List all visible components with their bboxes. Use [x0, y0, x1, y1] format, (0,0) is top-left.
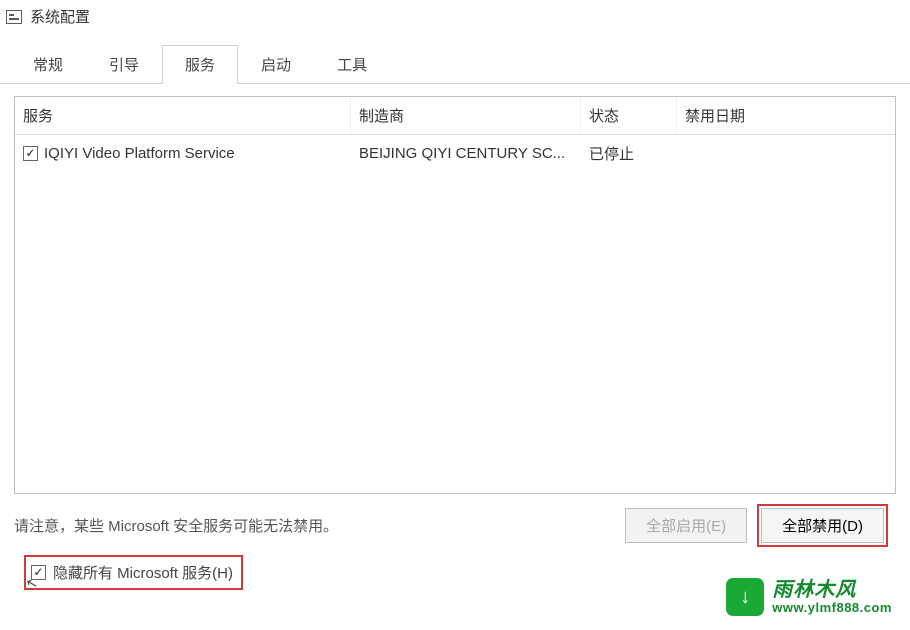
msconfig-icon [6, 10, 22, 24]
col-service[interactable]: 服务 [15, 97, 351, 134]
tab-tools[interactable]: 工具 [314, 45, 390, 84]
col-disabled-date[interactable]: 禁用日期 [677, 97, 895, 134]
hide-ms-checkbox-row[interactable]: 隐藏所有 Microsoft 服务(H) ↖ [28, 559, 239, 586]
cell-status: 已停止 [581, 141, 677, 166]
hint-text: 请注意，某些 Microsoft 安全服务可能无法禁用。 [14, 515, 338, 536]
button-row: 全部启用(E) 全部禁用(D) [625, 508, 884, 543]
watermark-url: www.ylmf888.com [772, 601, 892, 615]
below-row: 请注意，某些 Microsoft 安全服务可能无法禁用。 全部启用(E) 全部禁… [14, 508, 896, 543]
hide-ms-label: 隐藏所有 Microsoft 服务(H) [53, 562, 233, 583]
services-table: 服务 制造商 状态 禁用日期 IQIYI Video Platform Serv… [14, 96, 896, 494]
col-manufacturer[interactable]: 制造商 [351, 97, 581, 134]
table-row[interactable]: IQIYI Video Platform Service BEIJING QIY… [15, 135, 895, 172]
watermark-badge-glyph: ↓ [740, 586, 750, 609]
col-status[interactable]: 状态 [581, 97, 677, 134]
enable-all-button: 全部启用(E) [625, 508, 747, 543]
disable-all-button[interactable]: 全部禁用(D) [761, 508, 884, 543]
cell-service: IQIYI Video Platform Service [15, 141, 351, 166]
row-checkbox[interactable] [23, 146, 38, 161]
tabstrip: 常规 引导 服务 启动 工具 [0, 45, 910, 84]
service-name: IQIYI Video Platform Service [44, 145, 235, 162]
cell-disabled-date [677, 141, 895, 166]
cell-manufacturer: BEIJING QIYI CENTURY SC... [351, 141, 581, 166]
table-header: 服务 制造商 状态 禁用日期 [15, 97, 895, 135]
tab-startup[interactable]: 启动 [238, 45, 314, 84]
tab-content: 服务 制造商 状态 禁用日期 IQIYI Video Platform Serv… [0, 84, 910, 586]
tab-general[interactable]: 常规 [10, 45, 86, 84]
window-title: 系统配置 [30, 6, 90, 27]
tab-boot[interactable]: 引导 [86, 45, 162, 84]
titlebar: 系统配置 [0, 0, 910, 39]
table-body: IQIYI Video Platform Service BEIJING QIY… [15, 135, 895, 172]
tab-services[interactable]: 服务 [162, 45, 238, 84]
